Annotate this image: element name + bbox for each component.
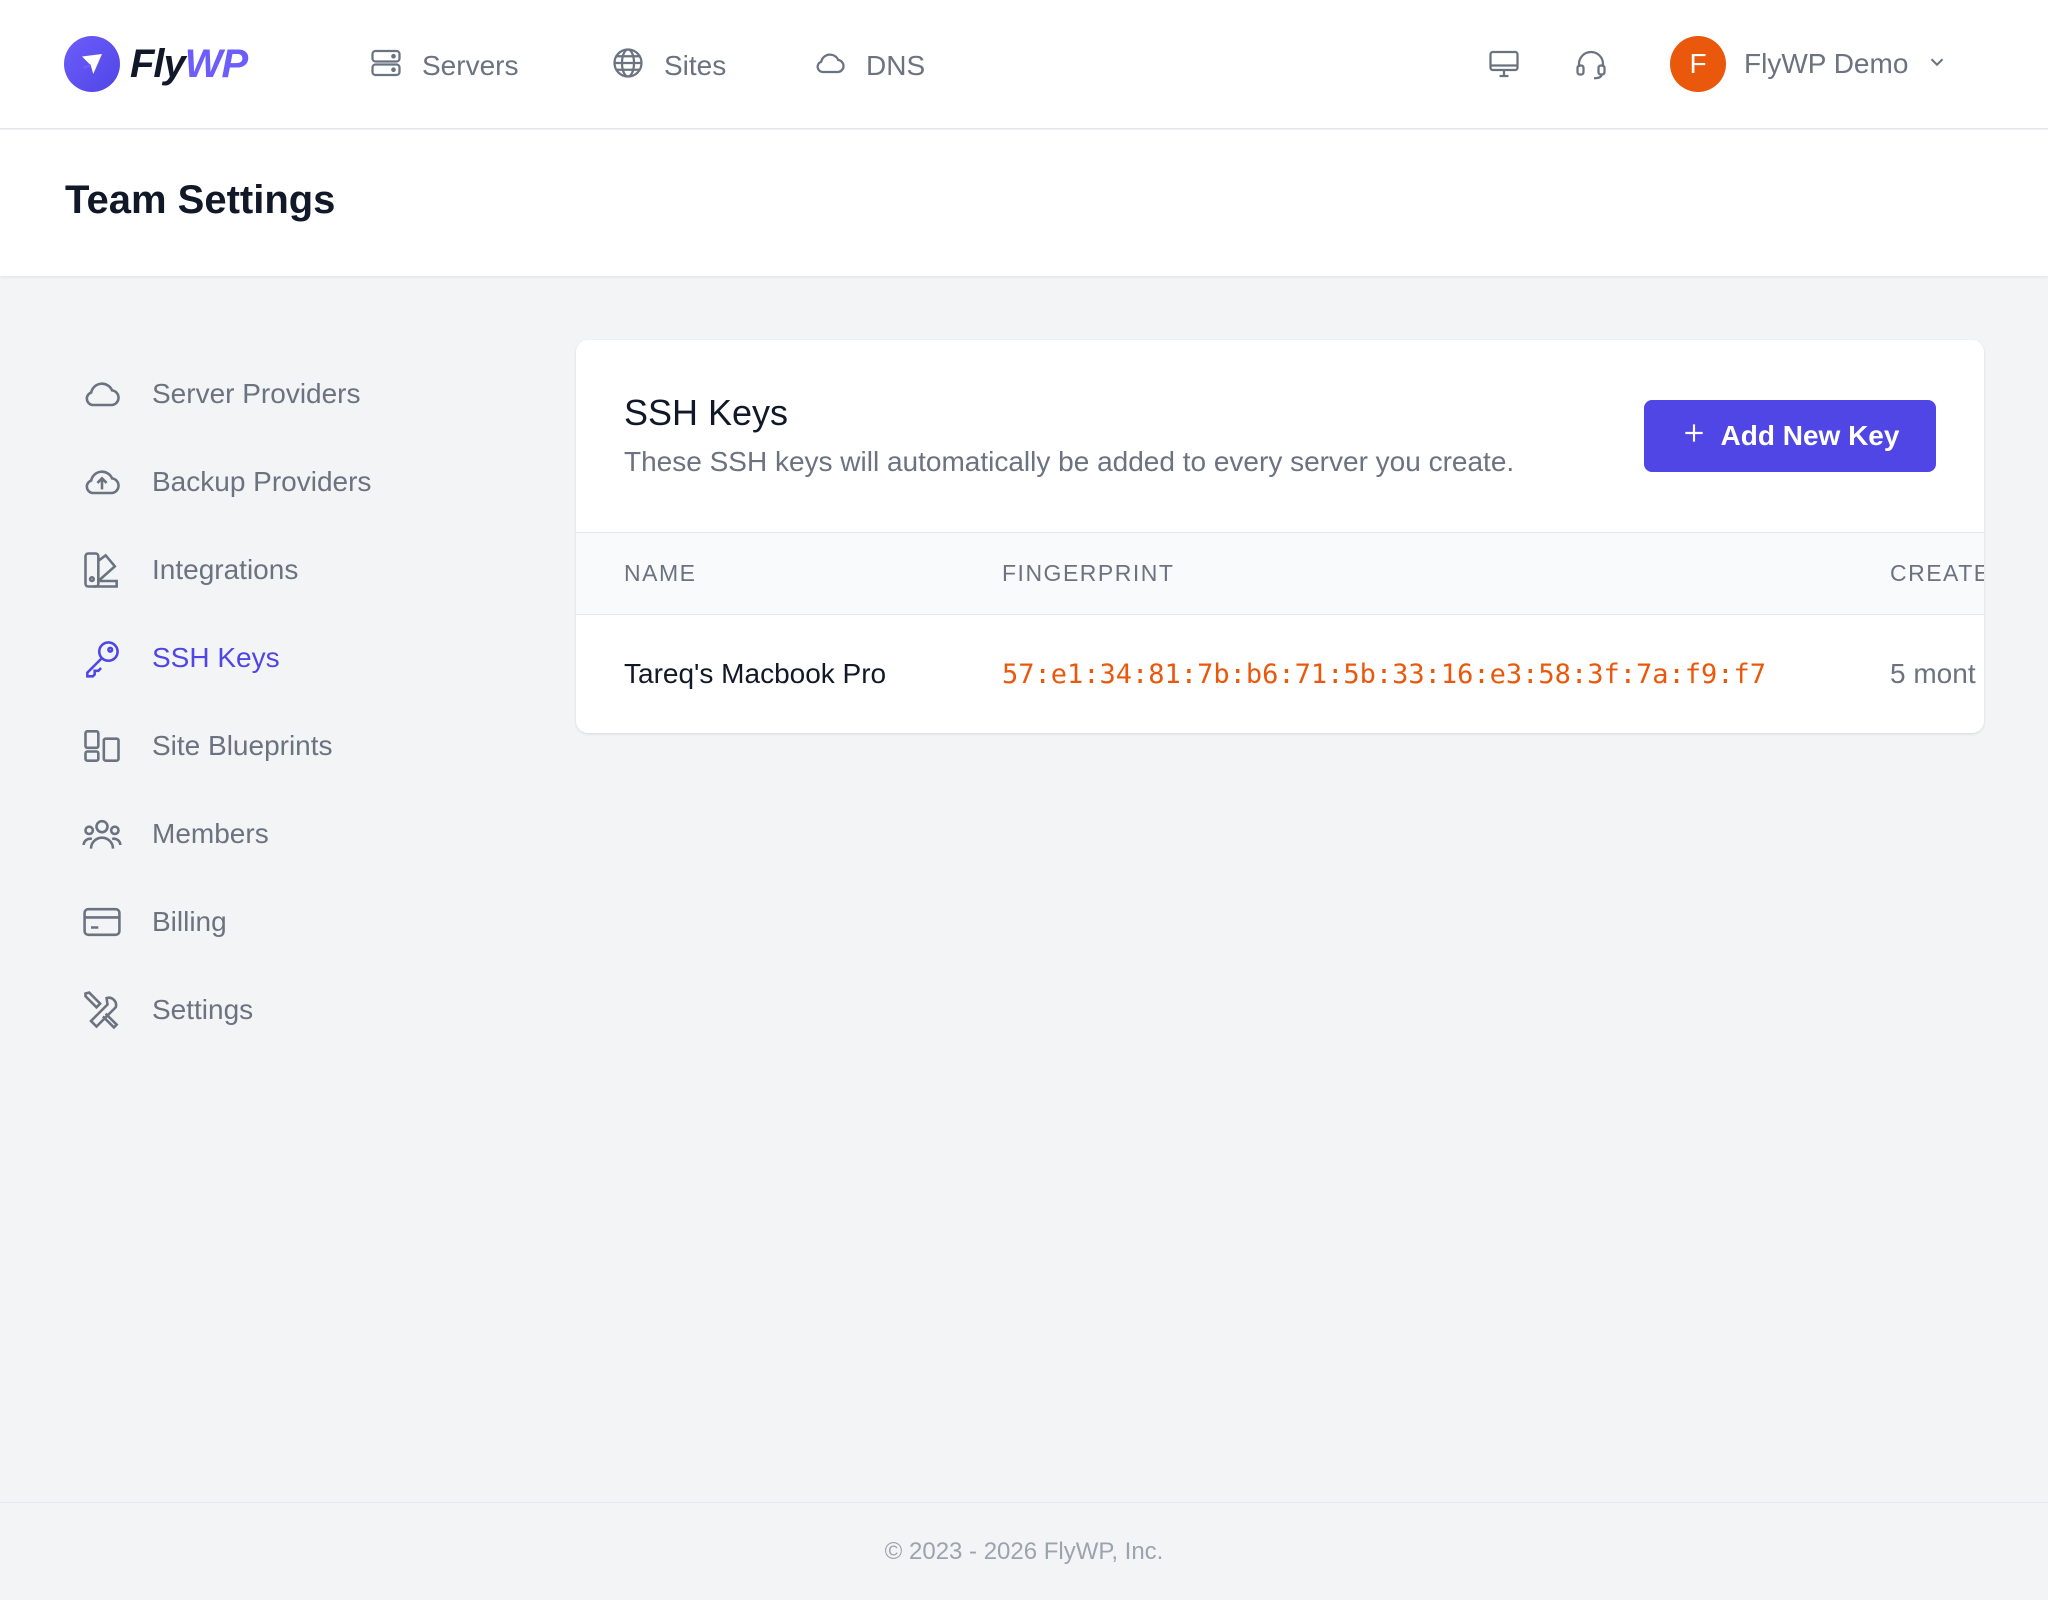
plus-icon [1681,420,1707,453]
sidebar-item-integrations[interactable]: Integrations [80,526,520,614]
avatar: F [1670,36,1726,92]
cloud-icon [80,372,124,416]
sidebar-item-label: SSH Keys [152,642,280,673]
nav-sites-label: Sites [664,50,727,81]
sidebar-item-members[interactable]: Members [80,790,520,878]
footer: © 2023 - 2026 FlyWP, Inc. [0,1502,2048,1600]
sidebar-item-label: Billing [152,906,227,937]
users-icon [80,812,124,856]
key-name: Tareq's Macbook Pro [624,658,887,689]
sidebar-item-label: Settings [152,994,254,1025]
nav-servers-label: Servers [422,50,519,81]
sidebar-item-site-blueprints[interactable]: Site Blueprints [80,702,520,790]
user-name: FlyWP Demo [1744,48,1909,79]
flywp-logo[interactable]: FlyWP [64,36,248,92]
wrench-screwdriver-icon [80,988,124,1032]
column-header-name[interactable]: NAME [624,533,696,614]
ssh-keys-card: SSH Keys These SSH keys will automatical… [576,340,1984,733]
cloud-icon [812,45,848,88]
nav-dns[interactable]: DNS [812,44,925,88]
copyright-text: © 2023 - 2026 FlyWP, Inc. [884,1537,1164,1565]
card-description: These SSH keys will automatically be add… [624,446,1515,477]
logo-text: FlyWP [130,41,248,86]
add-new-key-label: Add New Key [1720,420,1900,451]
logo-mark-icon [64,36,120,92]
server-icon [368,45,404,88]
page-title: Team Settings [65,178,336,222]
monitor-icon[interactable] [1484,44,1524,84]
add-new-key-button[interactable]: Add New Key [1644,400,1936,472]
sidebar-item-billing[interactable]: Billing [80,878,520,966]
nav-sites[interactable]: Sites [610,44,726,88]
cloud-upload-icon [80,460,124,504]
user-menu[interactable]: F FlyWP Demo [1670,36,1948,92]
sidebar-item-server-providers[interactable]: Server Providers [80,350,520,438]
table-row[interactable]: Tareq's Macbook Pro 57:e1:34:81:7b:b6:71… [576,615,1984,733]
card-title: SSH Keys [624,392,789,433]
column-header-created[interactable]: CREATE [1890,533,1984,614]
blueprint-icon [80,724,124,768]
chevron-down-icon [1926,51,1948,78]
key-icon [80,636,124,680]
sidebar-item-label: Backup Providers [152,466,372,497]
swatch-icon [80,548,124,592]
page-header: Team Settings [0,130,2048,276]
sidebar-item-label: Integrations [152,554,299,585]
sidebar-item-label: Site Blueprints [152,730,333,761]
settings-sidebar: Server Providers Backup Providers Integr… [80,350,520,1054]
key-created: 5 mont [1890,658,1976,689]
key-fingerprint: 57:e1:34:81:7b:b6:71:5b:33:16:e3:58:3f:7… [1002,658,1767,690]
nav-dns-label: DNS [866,50,926,81]
sidebar-item-backup-providers[interactable]: Backup Providers [80,438,520,526]
sidebar-item-label: Server Providers [152,378,361,409]
sidebar-item-ssh-keys[interactable]: SSH Keys [80,614,520,702]
headset-icon[interactable] [1571,44,1611,84]
nav-servers[interactable]: Servers [368,44,518,88]
sidebar-item-label: Members [152,818,269,849]
sidebar-item-settings[interactable]: Settings [80,966,520,1054]
credit-card-icon [80,900,124,944]
globe-icon [610,45,646,88]
table-header: NAME FINGERPRINT CREATE [576,532,1984,615]
column-header-fingerprint[interactable]: FINGERPRINT [1002,533,1174,614]
top-navbar: FlyWP Servers Sites DNS F FlyWP Demo [0,0,2048,129]
